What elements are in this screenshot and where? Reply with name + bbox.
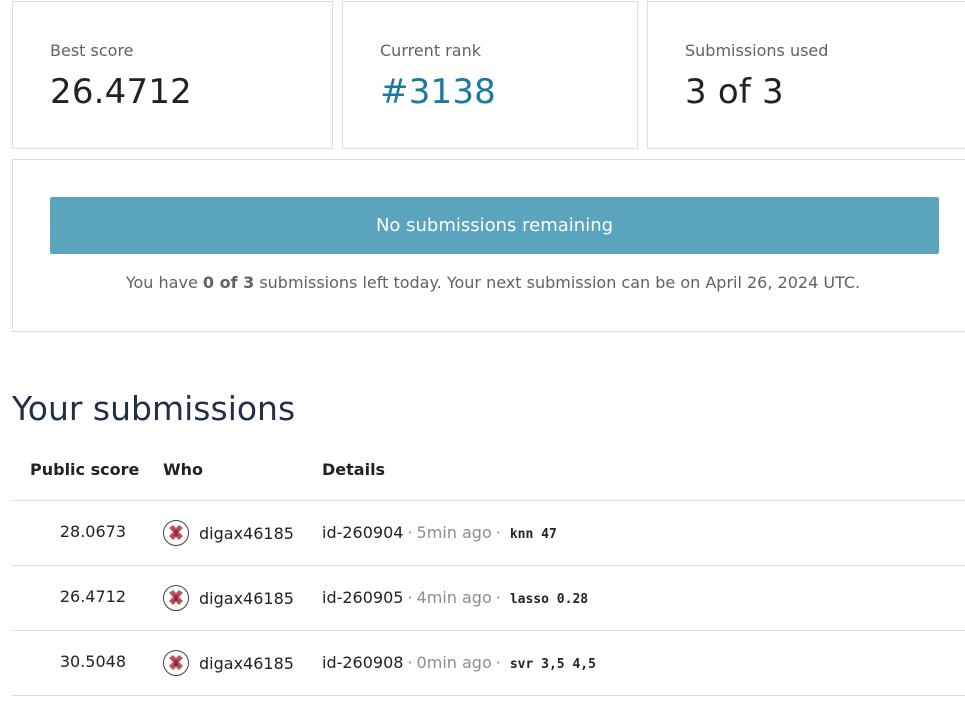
status-message-count: 0 of 3 bbox=[202, 273, 255, 292]
submission-id[interactable]: id-260904 bbox=[322, 523, 403, 542]
identicon-avatar-icon[interactable] bbox=[163, 650, 189, 676]
no-submissions-remaining-banner: No submissions remaining bbox=[50, 197, 939, 254]
best-score-label: Best score bbox=[50, 41, 134, 60]
submission-note: knn 47 bbox=[509, 527, 557, 542]
separator-dot: · bbox=[495, 588, 501, 607]
submitter-name[interactable]: digax46185 bbox=[199, 654, 294, 673]
separator-dot: · bbox=[495, 653, 501, 672]
separator-dot: · bbox=[407, 653, 413, 672]
submitter-name[interactable]: digax46185 bbox=[199, 589, 294, 608]
submission-time: 4min ago bbox=[416, 588, 492, 607]
identicon-avatar-icon[interactable] bbox=[163, 520, 189, 546]
submission-details: id-260904 · 5min ago · knn 47 bbox=[322, 523, 557, 542]
public-score-cell: 26.4712 bbox=[59, 587, 126, 606]
submitter-name[interactable]: digax46185 bbox=[199, 524, 294, 543]
separator-dot: · bbox=[495, 523, 501, 542]
your-submissions-title: Your submissions bbox=[12, 389, 296, 428]
column-header-who: Who bbox=[163, 460, 204, 479]
best-score-card: Best score 26.4712 bbox=[12, 1, 333, 149]
separator-dot: · bbox=[407, 523, 413, 542]
submission-note: lasso 0.28 bbox=[509, 592, 589, 607]
submission-details: id-260905 · 4min ago · lasso 0.28 bbox=[322, 588, 588, 607]
current-rank-label: Current rank bbox=[380, 41, 481, 60]
current-rank-card: Current rank #3138 bbox=[342, 1, 638, 149]
table-row: 30.5048 digax46185 id-260908 · 0min ago … bbox=[12, 631, 965, 696]
table-row: 26.4712 digax46185 id-260905 · 4min ago … bbox=[12, 566, 965, 631]
submission-note: svr 3,5 4,5 bbox=[509, 657, 596, 672]
current-rank-value[interactable]: #3138 bbox=[380, 72, 496, 112]
identicon-avatar-icon[interactable] bbox=[163, 585, 189, 611]
submission-time: 5min ago bbox=[416, 523, 492, 542]
public-score-cell: 28.0673 bbox=[59, 522, 126, 541]
status-message-prefix: You have bbox=[125, 273, 198, 292]
submission-id[interactable]: id-260905 bbox=[322, 588, 403, 607]
column-header-details: Details bbox=[322, 460, 386, 479]
table-header: Public score Who Details bbox=[12, 438, 965, 501]
submission-id[interactable]: id-260908 bbox=[322, 653, 403, 672]
table-row: 28.0673 digax46185 id-260904 · 5min ago … bbox=[12, 501, 965, 566]
submission-status-panel: No submissions remaining You have 0 of 3… bbox=[12, 159, 965, 332]
submissions-used-value: 3 of 3 bbox=[685, 72, 784, 112]
column-header-public-score[interactable]: Public score bbox=[30, 460, 139, 479]
submissions-used-card: Submissions used 3 of 3 bbox=[647, 1, 965, 149]
best-score-value: 26.4712 bbox=[50, 72, 192, 112]
separator-dot: · bbox=[407, 588, 413, 607]
submissions-used-label: Submissions used bbox=[685, 41, 829, 60]
public-score-cell: 30.5048 bbox=[59, 652, 126, 671]
submission-status-message: You have 0 of 3 submissions left today. … bbox=[13, 273, 965, 292]
submission-time: 0min ago bbox=[416, 653, 492, 672]
submissions-table: Public score Who Details 28.0673 digax46… bbox=[12, 438, 965, 696]
status-message-suffix: submissions left today. Your next submis… bbox=[259, 273, 861, 292]
submission-details: id-260908 · 0min ago · svr 3,5 4,5 bbox=[322, 653, 596, 672]
